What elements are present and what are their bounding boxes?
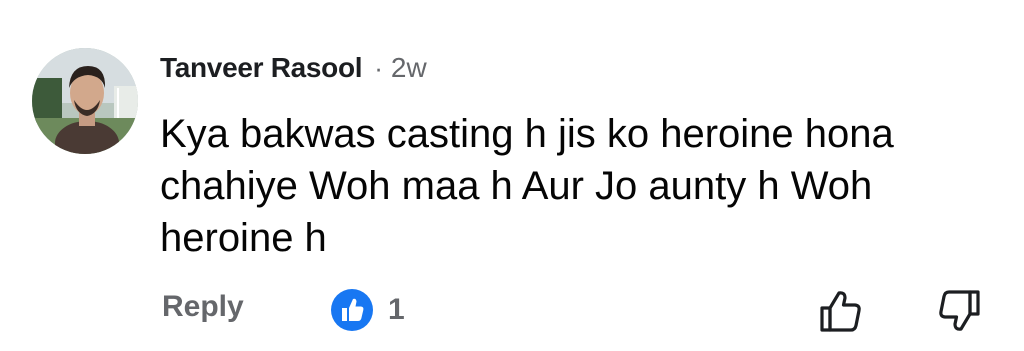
like-icon <box>331 289 373 331</box>
avatar-photo <box>32 48 138 154</box>
author-name[interactable]: Tanveer Rasool <box>160 52 363 84</box>
avatar[interactable] <box>32 48 138 154</box>
thumbs-down-icon[interactable] <box>936 288 982 334</box>
separator-dot: · <box>374 53 383 83</box>
timestamp[interactable]: 2w <box>391 52 427 84</box>
thumbs-up-icon[interactable] <box>818 288 864 334</box>
comment-actions: Reply 1 <box>0 280 1024 340</box>
comment-header: Tanveer Rasool · 2w <box>160 52 427 84</box>
reply-button[interactable]: Reply <box>162 290 244 324</box>
reaction-summary[interactable]: 1 <box>330 288 405 332</box>
comment-text: Kya bakwas casting h jis ko heroine hona… <box>160 112 894 260</box>
comment: Tanveer Rasool · 2w Kya bakwas casting h… <box>0 0 1024 351</box>
reaction-count: 1 <box>388 293 405 326</box>
